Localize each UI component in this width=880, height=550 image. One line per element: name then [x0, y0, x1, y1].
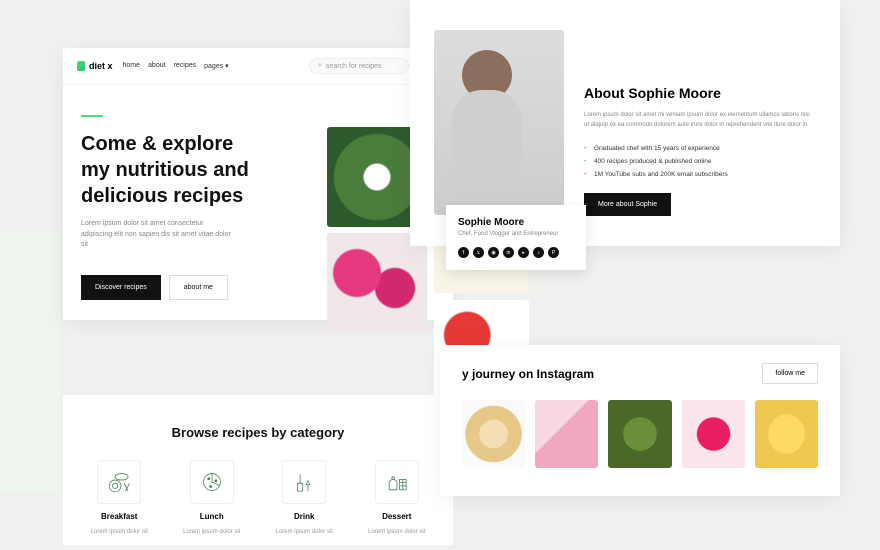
pinterest-icon[interactable]: P [548, 247, 559, 258]
category-sub: Lorem ipsum dolor sit [276, 529, 333, 535]
category-sub: Lorem ipsum dolor sit [183, 529, 240, 535]
facebook-icon[interactable]: f [458, 247, 469, 258]
category-drink[interactable]: Drink Lorem ipsum dolor sit [276, 460, 333, 535]
accent-line [81, 115, 103, 117]
browse-section: Browse recipes by category Breakfast Lor… [63, 395, 453, 545]
category-dessert[interactable]: Dessert Lorem ipsum dolor sit [368, 460, 425, 535]
social-links: f 𝕩 ◉ in ▸ ♪ P [458, 247, 574, 258]
about-card: Sophie Moore Chef, Food Vlogger and Entr… [410, 0, 840, 246]
logo-icon [77, 61, 85, 71]
category-label: Dessert [382, 512, 411, 521]
aboutme-button[interactable]: about me [169, 275, 228, 300]
youtube-icon[interactable]: ▸ [518, 247, 529, 258]
logo[interactable]: diet x [77, 61, 113, 71]
brand-name: diet x [89, 61, 113, 71]
search-input[interactable]: ⌕ search for recipes [309, 58, 409, 74]
category-label: Lunch [200, 512, 224, 521]
food-image [327, 233, 427, 333]
category-label: Breakfast [101, 512, 137, 521]
instagram-card: y journey on Instagram follow me [440, 345, 840, 496]
about-title: About Sophie Moore [584, 85, 812, 101]
breakfast-icon [97, 460, 141, 504]
dessert-icon [375, 460, 419, 504]
nav-about[interactable]: about [148, 62, 166, 70]
hero-subtitle: Lorem ipsum dolor sit amet consectetur a… [81, 219, 231, 251]
portrait-image [434, 30, 564, 215]
lunch-icon [190, 460, 234, 504]
profile-role: Chef, Food Vlogger and Entrepreneur [458, 231, 574, 237]
category-breakfast[interactable]: Breakfast Lorem ipsum dolor sit [91, 460, 148, 535]
about-text: Lorem ipsum dolor sit amet mi veniam ips… [584, 111, 812, 130]
nav-home[interactable]: home [123, 62, 141, 70]
instagram-grid [462, 400, 818, 468]
more-about-button[interactable]: More about Sophie [584, 193, 671, 216]
instagram-image[interactable] [682, 400, 745, 468]
discover-button[interactable]: Discover recipes [81, 275, 161, 300]
about-bullets: Graduated chef with 15 years of experien… [584, 142, 812, 181]
about-content: About Sophie Moore Lorem ipsum dolor sit… [584, 30, 812, 216]
profile-name: Sophie Moore [458, 217, 574, 228]
follow-button[interactable]: follow me [762, 363, 818, 384]
instagram-image[interactable] [535, 400, 598, 468]
twitter-icon[interactable]: 𝕩 [473, 247, 484, 258]
search-placeholder: search for recipes [326, 63, 382, 70]
nav-recipes[interactable]: recipes [174, 62, 197, 70]
category-lunch[interactable]: Lunch Lorem ipsum dolor sit [183, 460, 240, 535]
hero-title: Come & explore my nutritious and delicio… [81, 131, 261, 209]
category-sub: Lorem ipsum dolor sit [91, 529, 148, 535]
bullet-item: Graduated chef with 15 years of experien… [584, 142, 812, 155]
category-label: Drink [294, 512, 314, 521]
hero-section: Come & explore my nutritious and delicio… [63, 85, 453, 320]
instagram-image[interactable] [755, 400, 818, 468]
hero-card: diet x home about recipes pages ▾ ⌕ sear… [63, 48, 453, 320]
search-icon: ⌕ [318, 62, 322, 70]
linkedin-icon[interactable]: in [503, 247, 514, 258]
nav-pages[interactable]: pages ▾ [204, 62, 229, 70]
browse-title: Browse recipes by category [63, 425, 453, 440]
drink-icon [282, 460, 326, 504]
bullet-item: 1M YouTube subs and 200K email subscribe… [584, 168, 812, 181]
navbar: diet x home about recipes pages ▾ ⌕ sear… [63, 48, 453, 85]
nav-links: home about recipes pages ▾ [123, 62, 229, 70]
instagram-image[interactable] [462, 400, 525, 468]
profile-card: Sophie Moore Chef, Food Vlogger and Entr… [446, 205, 586, 270]
category-sub: Lorem ipsum dolor sit [368, 529, 425, 535]
instagram-title: y journey on Instagram [462, 367, 594, 381]
tiktok-icon[interactable]: ♪ [533, 247, 544, 258]
instagram-image[interactable] [608, 400, 671, 468]
bullet-item: 400 recipes produced & published online [584, 155, 812, 168]
instagram-icon[interactable]: ◉ [488, 247, 499, 258]
